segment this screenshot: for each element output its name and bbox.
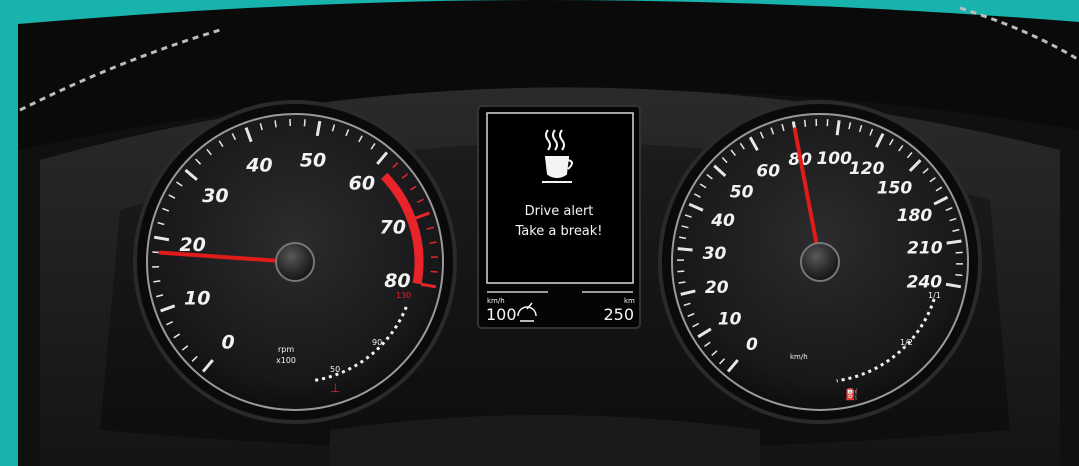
- speed-tick: [835, 120, 841, 136]
- tach-tick: [274, 120, 277, 128]
- tach-number-60: 60: [349, 172, 375, 194]
- rpm-multiplier-label: x100: [276, 356, 296, 365]
- tach-number-80: 80: [384, 270, 410, 292]
- speed-number-10: 10: [718, 309, 742, 329]
- rpm-unit-label: rpm: [278, 345, 294, 354]
- tach-tick: [429, 241, 437, 244]
- speed-number-0: 0: [746, 335, 758, 355]
- fuel-label-half: 1/2: [900, 338, 913, 347]
- speed-number-150: 150: [877, 179, 913, 199]
- tach-number-10: 10: [184, 288, 210, 310]
- fuel-label-full: 1/1: [928, 291, 941, 300]
- tach-tick: [153, 280, 161, 283]
- center-display: Drive alert Take a break! km/h 100 km 25…: [477, 105, 641, 329]
- alert-message: Take a break!: [514, 224, 602, 239]
- speed-number-240: 240: [907, 272, 943, 292]
- speedometer: 010203040506080100120150180210240 km/h 1…: [658, 100, 982, 424]
- alert-title: Drive alert: [525, 204, 594, 219]
- speed-number-60: 60: [756, 161, 780, 181]
- speed-tick: [803, 119, 807, 127]
- temp-label-130: 130: [396, 291, 411, 300]
- speed-tick: [677, 247, 693, 252]
- speed-number-210: 210: [907, 238, 943, 258]
- fuel-pump-icon: ⛽: [845, 388, 859, 401]
- cruise-speed-value: 100: [486, 305, 517, 324]
- range-unit: km: [624, 297, 635, 305]
- cruise-speed-unit: km/h: [487, 297, 505, 305]
- rpm-needle-hub: [275, 242, 315, 282]
- speed-unit-label: km/h: [790, 353, 808, 361]
- temp-label-90: 90: [372, 338, 382, 347]
- tach-number-70: 70: [380, 216, 406, 238]
- tach-number-40: 40: [245, 154, 272, 176]
- speed-needle-hub: [800, 242, 840, 282]
- coolant-icon: ⊥: [330, 381, 340, 395]
- tach-number-30: 30: [202, 185, 228, 207]
- tach-number-50: 50: [300, 150, 326, 172]
- speed-number-20: 20: [705, 278, 729, 298]
- speed-tick: [678, 281, 686, 284]
- speed-number-40: 40: [710, 211, 735, 231]
- speed-number-100: 100: [816, 149, 852, 169]
- speed-number-30: 30: [703, 244, 727, 264]
- range-value: 250: [603, 305, 634, 324]
- speed-tick: [955, 274, 963, 277]
- speed-number-120: 120: [849, 159, 885, 179]
- instrument-cluster: 010203040 50607080 rpm x100 50 90 130 ⊥ D…: [18, 0, 1079, 466]
- tachometer: 010203040 50607080 rpm x100 50 90 130 ⊥: [133, 100, 457, 424]
- tach-number-0: 0: [222, 332, 235, 354]
- temp-label-50: 50: [330, 365, 340, 374]
- speed-number-50: 50: [730, 183, 754, 203]
- speed-number-180: 180: [897, 206, 933, 226]
